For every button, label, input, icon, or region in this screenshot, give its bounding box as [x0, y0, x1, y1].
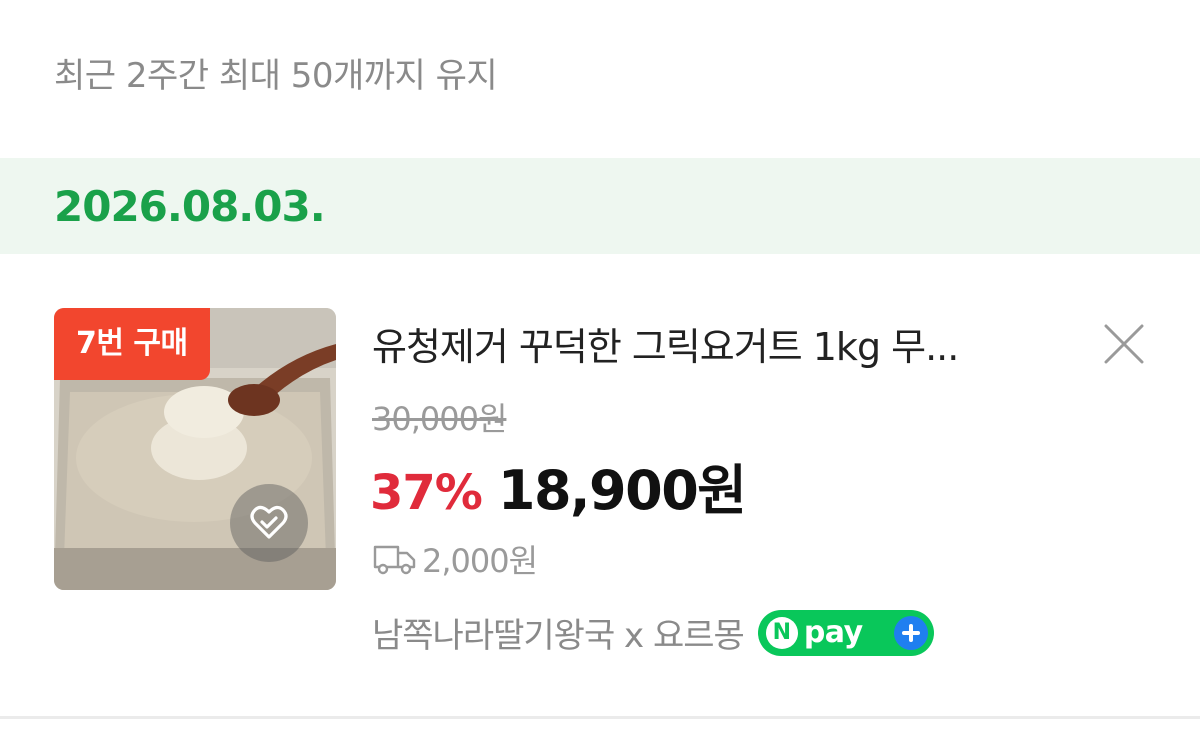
npay-n-logo: N — [765, 616, 798, 649]
npay-plus — [893, 615, 928, 650]
discount-rate: 37% — [370, 465, 483, 521]
shipping-fee: 2,000원 — [372, 536, 538, 582]
seller-row: 남쪽나라딸기왕국 x 요르몽 N pay — [372, 608, 934, 657]
product-thumbnail[interactable]: 7번 구매 — [54, 308, 336, 590]
date-label: 2026.08.03. — [54, 182, 326, 231]
original-price: 30,000원 — [372, 400, 507, 438]
date-group-header: 2026.08.03. — [0, 158, 1200, 254]
remove-item-button[interactable] — [1100, 320, 1148, 368]
recent-items-notice: 최근 2주간 최대 50개까지 유지 — [54, 56, 498, 96]
plus-icon — [901, 623, 920, 642]
product-title[interactable]: 유청제거 꾸덕한 그릭요거트 1kg 무... — [372, 316, 1062, 371]
close-icon — [1104, 324, 1144, 364]
wishlist-button[interactable] — [230, 484, 308, 562]
section-divider — [0, 716, 1200, 719]
npay-label: pay — [803, 615, 863, 650]
truck-icon — [373, 545, 416, 575]
purchase-count-badge: 7번 구매 — [54, 308, 210, 380]
npay-plus-badge: N pay — [757, 609, 934, 656]
sale-price: 18,900원 — [497, 459, 747, 522]
heart-check-icon — [250, 505, 288, 539]
shipping-fee-value: 2,000원 — [422, 542, 538, 580]
seller-name[interactable]: 남쪽나라딸기왕국 x 요르몽 — [372, 608, 745, 657]
price-row: 37% 18,900원 — [370, 446, 747, 525]
